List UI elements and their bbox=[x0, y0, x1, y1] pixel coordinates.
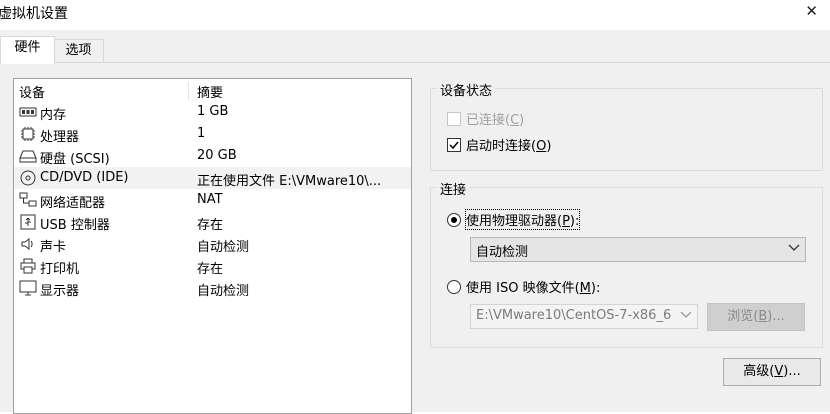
processor-icon bbox=[18, 125, 38, 143]
close-icon[interactable]: ✕ bbox=[805, 2, 818, 20]
list-item-printer[interactable]: 打印机 存在 bbox=[14, 255, 411, 277]
list-header: 设备 摘要 bbox=[14, 79, 411, 101]
device-name: 显示器 bbox=[40, 284, 80, 299]
iso-path-select[interactable]: E:\VMware10\CentOS-7-x86_6 bbox=[470, 304, 698, 329]
list-item-display[interactable]: 显示器 自动检测 bbox=[14, 277, 411, 299]
list-item-usb-controller[interactable]: USB 控制器 存在 bbox=[14, 211, 411, 233]
device-status-title: 设备状态 bbox=[437, 80, 496, 99]
usb-controller-icon bbox=[18, 213, 38, 231]
advanced-button[interactable]: 高级(V)... bbox=[723, 358, 821, 386]
tab-hardware[interactable]: 硬件 bbox=[0, 36, 55, 64]
memory-icon bbox=[18, 103, 38, 121]
use-physical-drive-label: 使用物理驱动器(P): bbox=[464, 209, 581, 230]
sound-card-icon bbox=[18, 235, 38, 253]
checkmark-icon bbox=[447, 137, 461, 152]
device-name: 声卡 bbox=[40, 240, 67, 255]
browse-button[interactable]: 浏览(B)... bbox=[707, 303, 805, 331]
window-title: 虚拟机设置 bbox=[0, 6, 68, 22]
device-summary: 自动检测 bbox=[197, 240, 250, 255]
use-iso-image-radio[interactable]: 使用 ISO 映像文件(M): bbox=[447, 277, 600, 296]
checkbox-unchecked-icon bbox=[447, 111, 461, 126]
device-summary: 正在使用文件 E:\VMware10\... bbox=[197, 174, 382, 189]
hardware-panel: 设备 摘要 内存 1 GB 处理器 1 硬盘 (SCSI) 20 GB CD/D… bbox=[0, 62, 830, 414]
list-item-network-adapter[interactable]: 网络适配器 NAT bbox=[14, 189, 411, 211]
display-icon bbox=[18, 279, 38, 297]
physical-drive-value: 自动检测 bbox=[476, 245, 529, 260]
connect-at-power-on-label: 启动时连接(O) bbox=[466, 139, 552, 154]
connected-checkbox[interactable]: 已连接(C) bbox=[447, 109, 524, 128]
radio-unselected-icon bbox=[447, 279, 461, 294]
cd-dvd-icon bbox=[18, 169, 38, 187]
column-divider[interactable] bbox=[188, 82, 189, 100]
use-iso-image-label: 使用 ISO 映像文件(M): bbox=[466, 281, 601, 296]
device-summary: NAT bbox=[197, 192, 223, 207]
device-name: 网络适配器 bbox=[40, 196, 106, 211]
list-item-hard-disk[interactable]: 硬盘 (SCSI) 20 GB bbox=[14, 145, 411, 167]
device-name: 处理器 bbox=[40, 130, 80, 145]
device-summary: 1 GB bbox=[197, 104, 229, 119]
chevron-down-icon bbox=[680, 308, 692, 326]
connect-at-power-on-checkbox[interactable]: 启动时连接(O) bbox=[447, 135, 551, 154]
device-summary: 存在 bbox=[197, 218, 224, 233]
device-name: 打印机 bbox=[40, 262, 80, 277]
hard-disk-icon bbox=[18, 147, 38, 165]
use-physical-drive-radio[interactable]: 使用物理驱动器(P): bbox=[447, 209, 581, 230]
connection-title: 连接 bbox=[437, 179, 470, 198]
tab-strip: 硬件 选项 bbox=[0, 30, 830, 64]
device-name: CD/DVD (IDE) bbox=[40, 170, 129, 185]
device-summary: 1 bbox=[197, 126, 206, 141]
device-status-group: 设备状态 已连接(C) 启动时连接(O) bbox=[430, 80, 823, 171]
printer-icon bbox=[18, 257, 38, 275]
connection-group: 连接 使用物理驱动器(P): 自动检测 使用 ISO 映像文件(M): E:\V… bbox=[430, 179, 823, 348]
iso-path-value: E:\VMware10\CentOS-7-x86_6 bbox=[476, 308, 672, 323]
radio-selected-icon bbox=[447, 212, 461, 227]
connected-label: 已连接(C) bbox=[466, 113, 525, 128]
column-header-summary[interactable]: 摘要 bbox=[197, 82, 223, 101]
list-item-processor[interactable]: 处理器 1 bbox=[14, 123, 411, 145]
list-item-sound-card[interactable]: 声卡 自动检测 bbox=[14, 233, 411, 255]
title-bar: 虚拟机设置 ✕ bbox=[0, 0, 830, 30]
device-summary: 自动检测 bbox=[197, 284, 250, 299]
network-adapter-icon bbox=[18, 191, 38, 209]
tab-options[interactable]: 选项 bbox=[53, 39, 104, 63]
column-header-device[interactable]: 设备 bbox=[19, 82, 45, 101]
list-item-cd-dvd[interactable]: CD/DVD (IDE) 正在使用文件 E:\VMware10\... bbox=[14, 167, 411, 189]
device-summary: 20 GB bbox=[197, 148, 237, 163]
device-name: USB 控制器 bbox=[40, 218, 110, 233]
chevron-down-icon bbox=[788, 241, 800, 259]
physical-drive-select[interactable]: 自动检测 bbox=[470, 237, 806, 262]
device-summary: 存在 bbox=[197, 262, 224, 277]
list-item-memory[interactable]: 内存 1 GB bbox=[14, 101, 411, 123]
device-name: 硬盘 (SCSI) bbox=[40, 152, 110, 167]
device-name: 内存 bbox=[40, 108, 67, 123]
hardware-list: 设备 摘要 内存 1 GB 处理器 1 硬盘 (SCSI) 20 GB CD/D… bbox=[13, 78, 412, 414]
